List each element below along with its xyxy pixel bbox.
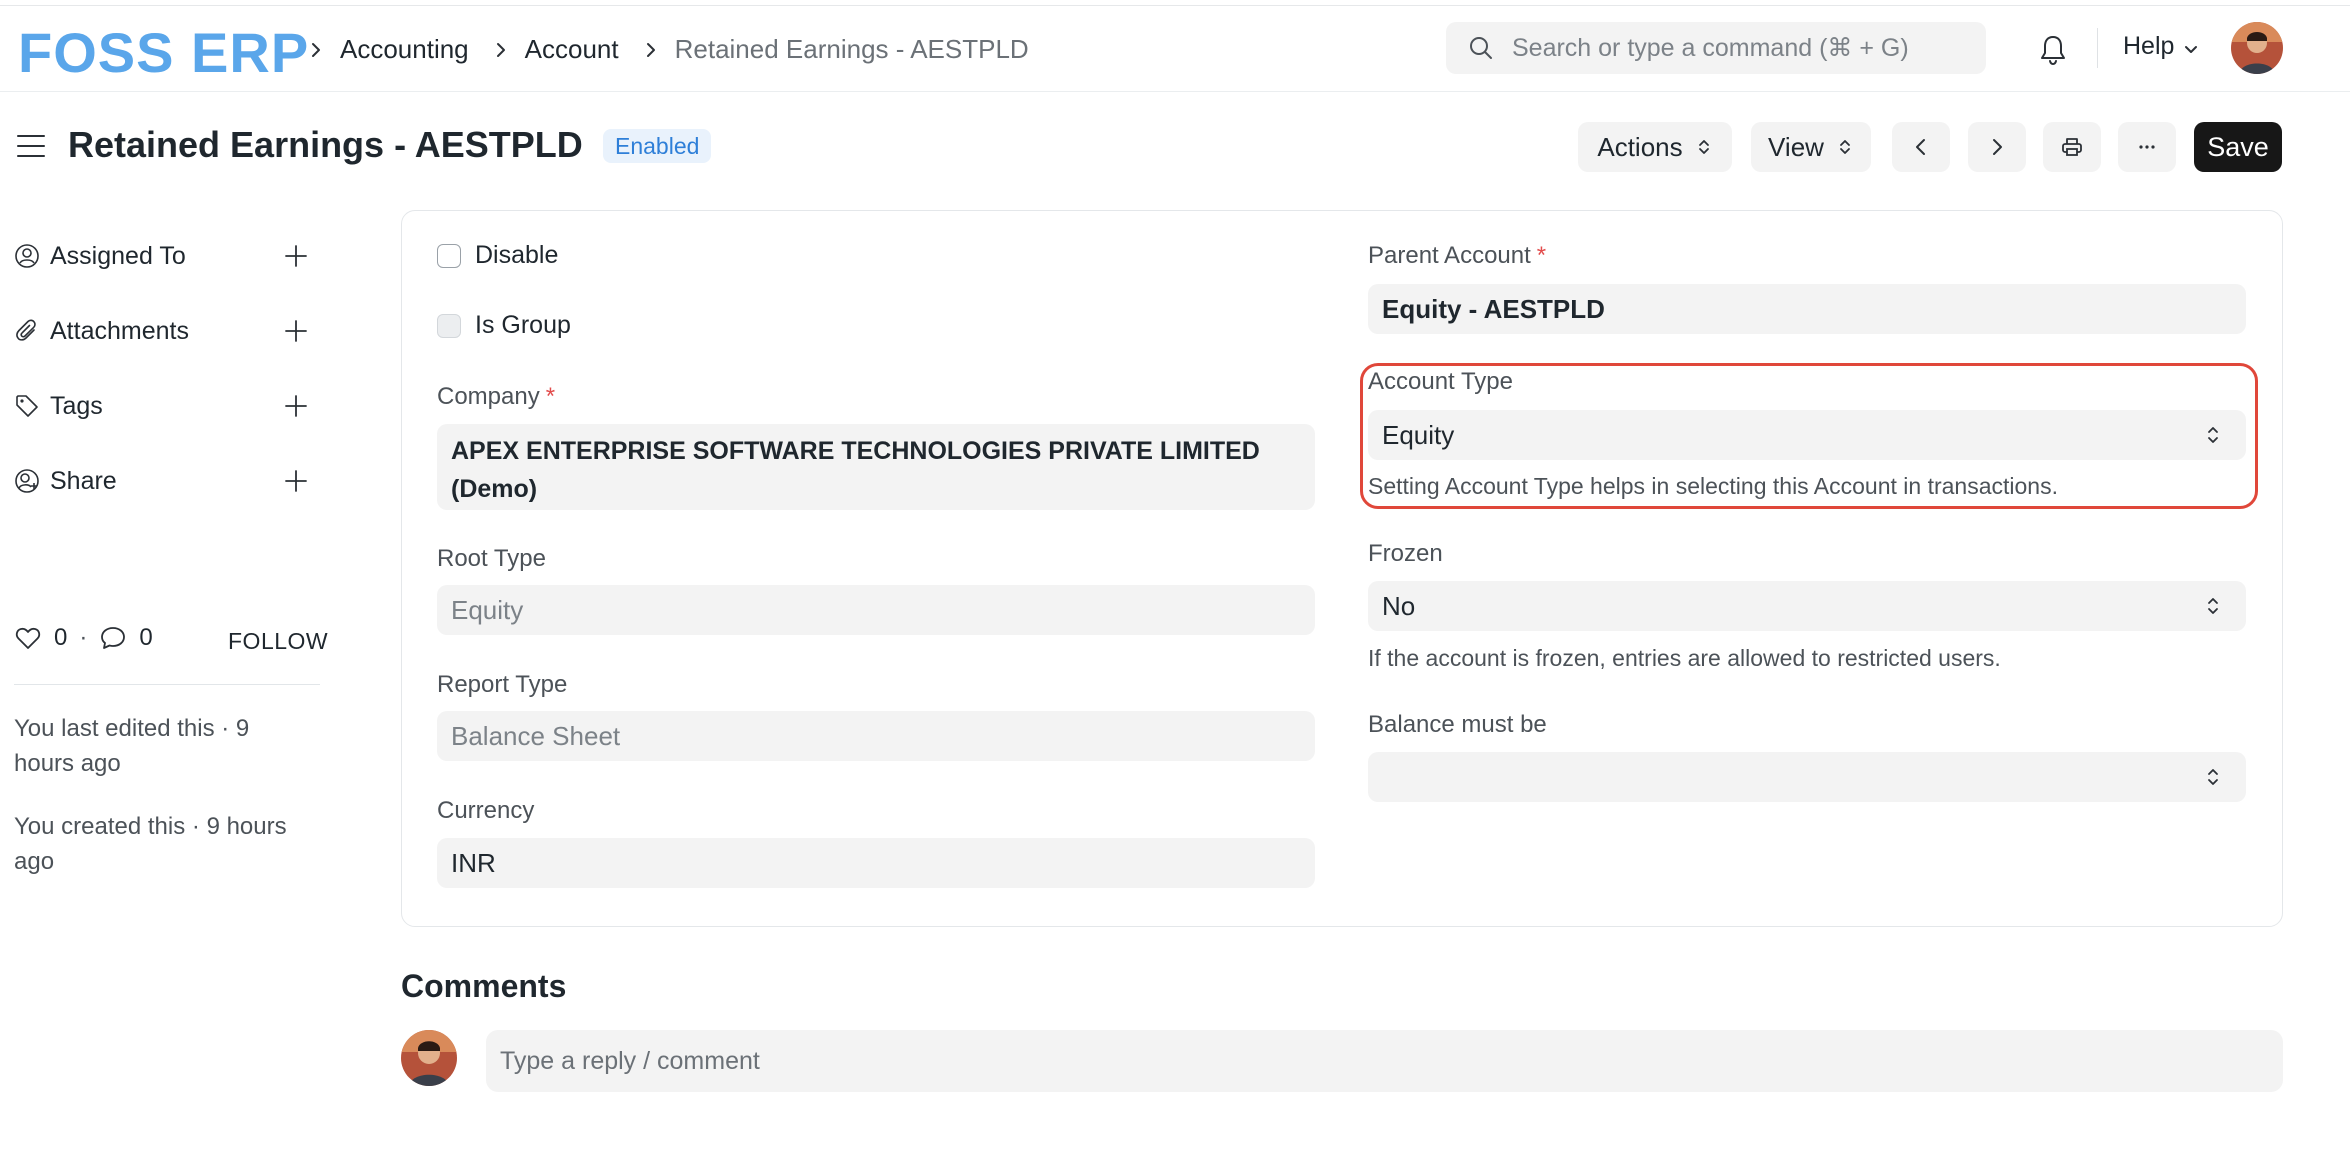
disable-checkbox-row[interactable]: Disable bbox=[437, 241, 558, 270]
help-dropdown[interactable]: Help bbox=[2123, 32, 2200, 61]
frozen-value: No bbox=[1382, 590, 1416, 621]
like-count: 0 bbox=[54, 624, 68, 651]
brand-logo[interactable]: FOSS ERP bbox=[18, 20, 309, 85]
plus-icon[interactable] bbox=[282, 467, 310, 495]
parent-account-field[interactable]: Equity - AESTPLD bbox=[1368, 284, 2246, 334]
chevron-down-icon bbox=[2185, 45, 2198, 53]
root-type-field: Equity bbox=[437, 585, 1315, 635]
view-label: View bbox=[1768, 131, 1824, 162]
parent-account-label-text: Parent Account bbox=[1368, 242, 1531, 269]
frozen-label: Frozen bbox=[1368, 540, 1443, 567]
company-field[interactable]: APEX ENTERPRISE SOFTWARE TECHNOLOGIES PR… bbox=[437, 424, 1315, 510]
printer-icon bbox=[2062, 138, 2082, 156]
select-arrows-icon bbox=[1840, 140, 1850, 154]
user-avatar[interactable] bbox=[2231, 22, 2283, 74]
comment-icon[interactable] bbox=[99, 624, 127, 652]
more-horizontal-icon bbox=[2139, 145, 2155, 149]
sidebar-item-tags[interactable]: Tags bbox=[14, 388, 314, 424]
page-title: Retained Earnings - AESTPLD bbox=[68, 124, 583, 165]
bell-icon[interactable] bbox=[2038, 34, 2068, 66]
follow-button[interactable]: FOLLOW bbox=[228, 628, 328, 655]
print-button[interactable] bbox=[2043, 122, 2101, 172]
navbar: FOSS ERP Accounting Account Retained Ear… bbox=[0, 6, 2350, 92]
report-type-field: Balance Sheet bbox=[437, 711, 1315, 761]
plus-icon[interactable] bbox=[282, 242, 310, 270]
is-group-checkbox bbox=[437, 313, 461, 338]
search-placeholder: Search or type a command (⌘ + G) bbox=[1512, 34, 1909, 62]
currency-field[interactable]: INR bbox=[437, 838, 1315, 888]
parent-account-label: Parent Account * bbox=[1368, 242, 1546, 270]
is-group-checkbox-row: Is Group bbox=[437, 311, 571, 340]
heart-icon[interactable] bbox=[14, 624, 42, 652]
save-button[interactable]: Save bbox=[2194, 122, 2282, 172]
help-label: Help bbox=[2123, 32, 2175, 60]
last-edited-note: You last edited this · 9 hours ago bbox=[14, 715, 250, 777]
sidebar-item-label: Attachments bbox=[50, 316, 189, 345]
search-icon bbox=[1470, 37, 1492, 59]
breadcrumb: Accounting Account Retained Earnings - A… bbox=[306, 34, 1051, 65]
disable-checkbox[interactable] bbox=[437, 243, 461, 268]
sidebar-item-label: Tags bbox=[50, 391, 103, 420]
balance-must-be-label: Balance must be bbox=[1368, 711, 1547, 738]
company-label-text: Company bbox=[437, 383, 540, 410]
status-badge: Enabled bbox=[603, 129, 712, 163]
sidebar-item-share[interactable]: Share bbox=[14, 463, 314, 499]
root-type-label: Root Type bbox=[437, 545, 546, 572]
chevron-right-icon bbox=[1993, 139, 2002, 155]
chevron-right-icon bbox=[491, 40, 511, 60]
frozen-select[interactable]: No bbox=[1368, 581, 2246, 631]
currency-label: Currency bbox=[437, 797, 535, 824]
required-mark: * bbox=[1536, 242, 1547, 269]
chevron-left-icon bbox=[1916, 139, 1925, 155]
report-type-label: Report Type bbox=[437, 671, 568, 698]
comment-count: 0 bbox=[139, 624, 153, 651]
breadcrumb-accounting[interactable]: Accounting bbox=[340, 34, 469, 65]
tag-icon bbox=[16, 395, 38, 417]
select-arrows-icon bbox=[1698, 140, 1709, 154]
user-icon bbox=[15, 244, 39, 268]
next-record-button[interactable] bbox=[1968, 122, 2026, 172]
sidebar-divider bbox=[14, 684, 320, 685]
more-options-button[interactable] bbox=[2118, 122, 2176, 172]
social-stats: 0 · 0 bbox=[14, 624, 153, 652]
is-group-label: Is Group bbox=[475, 311, 571, 339]
account-type-highlight bbox=[1360, 363, 2258, 509]
menu-icon[interactable] bbox=[16, 132, 46, 160]
separator-dot: · bbox=[79, 624, 88, 651]
plus-icon[interactable] bbox=[282, 317, 310, 345]
sidebar-item-label: Assigned To bbox=[50, 241, 186, 270]
share-icon bbox=[15, 469, 39, 493]
company-label: Company * bbox=[437, 383, 555, 411]
sidebar-item-attachments[interactable]: Attachments bbox=[14, 313, 314, 349]
previous-record-button[interactable] bbox=[1892, 122, 1950, 172]
breadcrumb-account[interactable]: Account bbox=[525, 34, 619, 65]
disable-label: Disable bbox=[475, 241, 559, 269]
comment-avatar bbox=[401, 1030, 457, 1086]
paperclip-icon bbox=[16, 319, 36, 341]
select-arrows-icon bbox=[2208, 769, 2218, 785]
breadcrumb-current[interactable]: Retained Earnings - AESTPLD bbox=[675, 34, 1029, 65]
actions-label: Actions bbox=[1597, 131, 1683, 162]
balance-must-be-select[interactable] bbox=[1368, 752, 2246, 802]
sidebar-item-assigned-to[interactable]: Assigned To bbox=[14, 238, 314, 274]
comments-heading: Comments bbox=[401, 968, 567, 1004]
frozen-help: If the account is frozen, entries are al… bbox=[1368, 645, 2001, 671]
navbar-divider bbox=[2097, 28, 2098, 68]
comment-placeholder: Type a reply / comment bbox=[500, 1046, 760, 1075]
required-mark: * bbox=[545, 383, 556, 410]
chevron-right-icon bbox=[306, 40, 326, 60]
actions-button[interactable]: Actions bbox=[1578, 122, 1732, 172]
select-arrows-icon bbox=[2208, 598, 2218, 614]
chevron-right-icon bbox=[641, 40, 661, 60]
search-input[interactable]: Search or type a command (⌘ + G) bbox=[1446, 22, 1986, 74]
comment-input[interactable]: Type a reply / comment bbox=[486, 1030, 2283, 1092]
view-button[interactable]: View bbox=[1751, 122, 1871, 172]
sidebar-item-label: Share bbox=[50, 466, 117, 495]
plus-icon[interactable] bbox=[282, 392, 310, 420]
created-note: You created this · 9 hours ago bbox=[14, 813, 287, 875]
